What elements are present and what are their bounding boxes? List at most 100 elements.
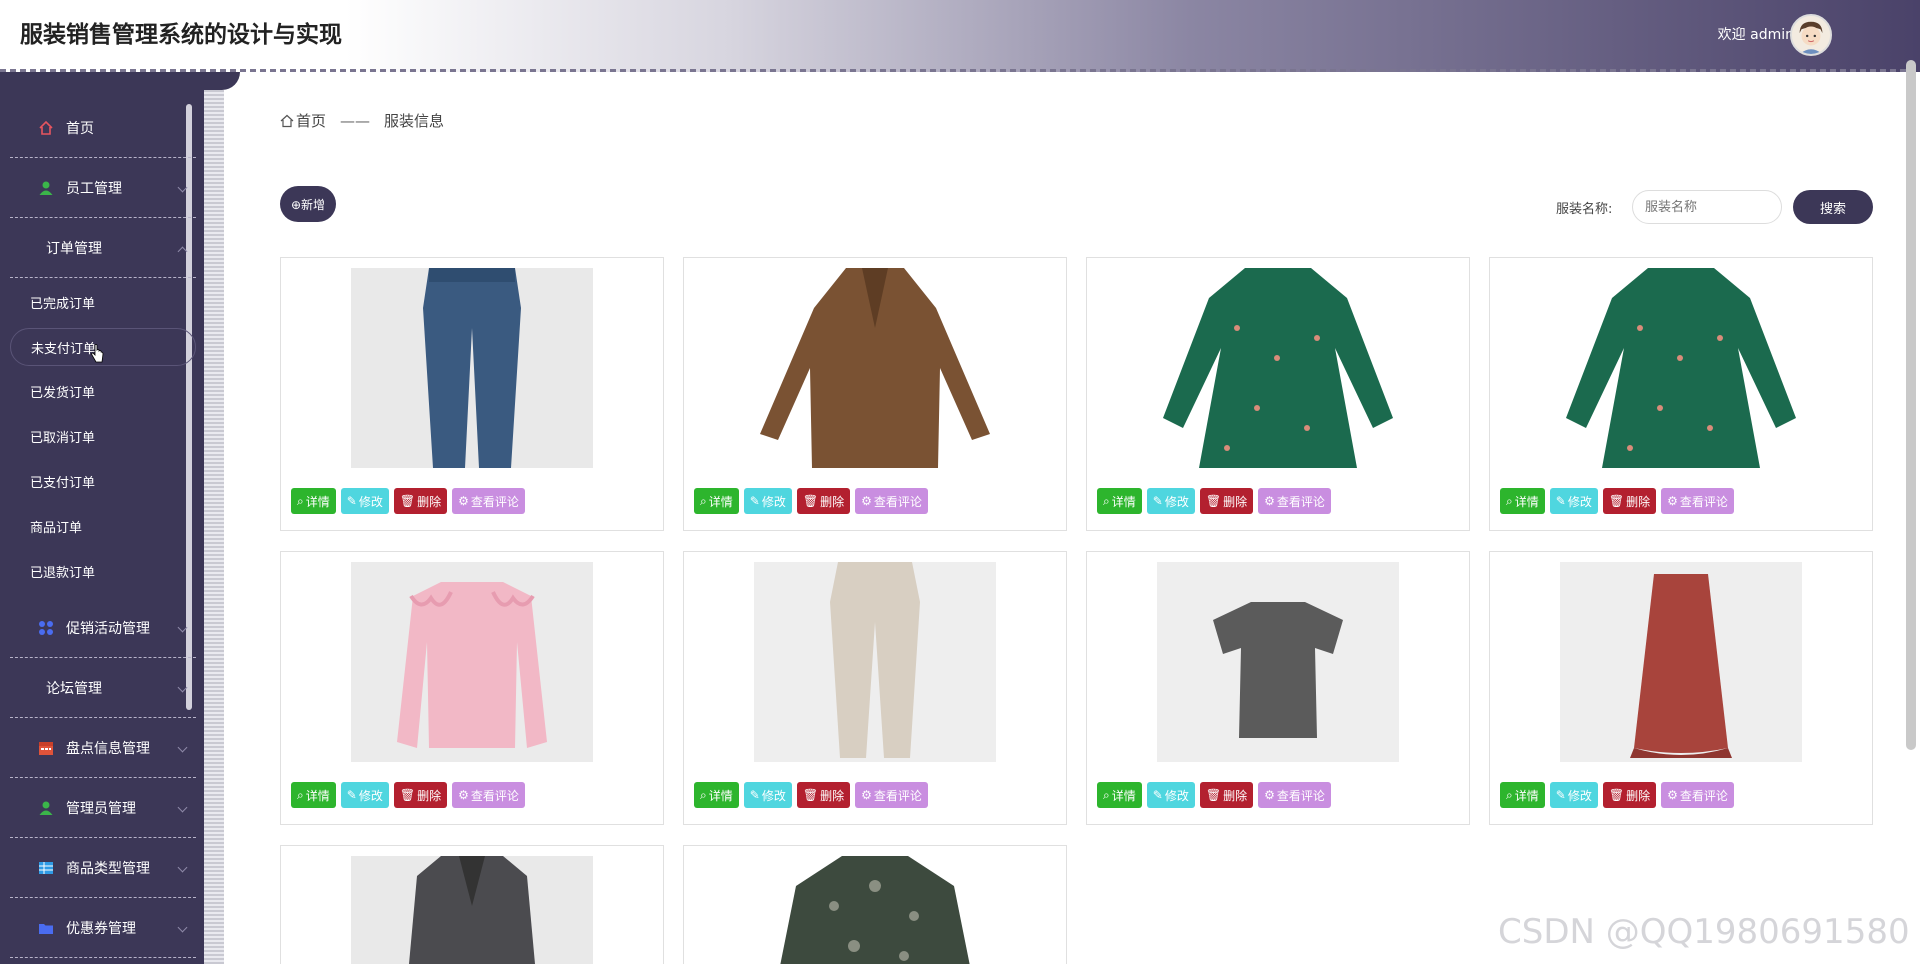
trash-icon: 🗑 (802, 494, 819, 508)
calendar-icon (39, 741, 53, 755)
search-label: 服装名称: (1556, 202, 1613, 217)
sidebar-item-inventory[interactable]: 盘点信息管理 (10, 718, 196, 778)
view-comments-button[interactable]: ⚙ 查看评论 (855, 488, 928, 514)
search-icon: ⌕ (1103, 787, 1110, 802)
submenu-item-product-orders[interactable]: 商品订单 (10, 504, 196, 549)
view-comments-button[interactable]: ⚙ 查看评论 (452, 782, 525, 808)
edit-button[interactable]: ✎ 修改 (1549, 782, 1598, 808)
chevron-up-icon (177, 246, 188, 257)
submenu-item-cancelled[interactable]: 已取消订单 (10, 414, 196, 459)
search-input[interactable] (1632, 190, 1782, 224)
sidebar-item-staff[interactable]: 员工管理 (10, 158, 196, 218)
breadcrumb-home[interactable]: 首页 (296, 110, 326, 131)
chevron-down-icon (177, 922, 188, 933)
edit-icon: ✎ (346, 788, 357, 802)
sidebar-item-promotions[interactable]: 促销活动管理 (10, 598, 196, 658)
view-comments-button[interactable]: ⚙ 查看评论 (1661, 782, 1734, 808)
edit-button[interactable]: ✎ 修改 (743, 488, 792, 514)
view-comments-button[interactable]: ⚙ 查看评论 (855, 782, 928, 808)
folder-icon (39, 923, 53, 934)
detail-button[interactable]: ⌕ 详情 (291, 782, 336, 808)
sidebar-item-coupons[interactable]: 优惠券管理 (10, 898, 196, 958)
trash-icon: 🗑 (1205, 788, 1222, 802)
product-card: ⌕ 详情 ✎ 修改 🗑 删除 ⚙ 查看评论 (1086, 551, 1470, 825)
submenu-item-completed[interactable]: 已完成订单 (10, 280, 196, 325)
delete-button[interactable]: 🗑 删除 (1199, 488, 1254, 514)
edit-icon: ✎ (1555, 788, 1566, 802)
delete-button[interactable]: 🗑 删除 (393, 782, 448, 808)
detail-button[interactable]: ⌕ 详情 (291, 488, 336, 514)
gear-icon: ⚙ (458, 494, 469, 508)
edit-button[interactable]: ✎ 修改 (1146, 488, 1195, 514)
product-card: ⌕ 详情 ✎ 修改 🗑 删除 ⚙ 查看评论 (1489, 551, 1873, 825)
edit-button[interactable]: ✎ 修改 (1146, 782, 1195, 808)
card-actions: ⌕ 详情 ✎ 修改 🗑 删除 ⚙ 查看评论 (291, 782, 525, 808)
edit-icon: ✎ (749, 494, 760, 508)
add-button[interactable]: ⊕新增 (280, 186, 336, 222)
delete-button[interactable]: 🗑 删除 (796, 782, 851, 808)
sidebar-item-forum[interactable]: 论坛管理 (10, 658, 196, 718)
edit-icon: ✎ (1152, 494, 1163, 508)
sidebar-item-label: 商品类型管理 (66, 860, 150, 877)
sidebar-item-home[interactable]: 首页 (10, 98, 196, 158)
breadcrumb: 首页 —— 服装信息 (280, 110, 444, 131)
product-image-patterned-blouse[interactable] (754, 856, 996, 964)
breadcrumb-separator: —— (340, 111, 371, 130)
trash-icon: 🗑 (1608, 788, 1625, 802)
detail-button[interactable]: ⌕ 详情 (1500, 488, 1545, 514)
view-comments-button[interactable]: ⚙ 查看评论 (1258, 782, 1331, 808)
gear-icon: ⚙ (861, 788, 872, 802)
apps-icon (39, 620, 53, 635)
view-comments-button[interactable]: ⚙ 查看评论 (1661, 488, 1734, 514)
sidebar-item-admins[interactable]: 管理员管理 (10, 778, 196, 838)
card-actions: ⌕ 详情 ✎ 修改 🗑 删除 ⚙ 查看评论 (291, 488, 525, 514)
submenu-item-refunded[interactable]: 已退款订单 (10, 549, 196, 594)
card-actions: ⌕ 详情 ✎ 修改 🗑 删除 ⚙ 查看评论 (1097, 488, 1331, 514)
avatar[interactable] (1790, 14, 1832, 56)
gear-icon: ⚙ (1667, 788, 1678, 802)
delete-button[interactable]: 🗑 删除 (1602, 488, 1657, 514)
product-image-jeans[interactable] (351, 268, 593, 468)
submenu-item-shipped[interactable]: 已发货订单 (10, 369, 196, 414)
breadcrumb-current: 服装信息 (384, 112, 445, 130)
detail-button[interactable]: ⌕ 详情 (1097, 782, 1142, 808)
gear-icon: ⚙ (1264, 494, 1275, 508)
detail-button[interactable]: ⌕ 详情 (1097, 488, 1142, 514)
user-icon (39, 801, 53, 815)
sidebar-item-label: 管理员管理 (66, 800, 136, 817)
view-comments-button[interactable]: ⚙ 查看评论 (1258, 488, 1331, 514)
watermark: CSDN @QQ1980691580 (1498, 912, 1910, 952)
delete-button[interactable]: 🗑 删除 (796, 488, 851, 514)
chevron-down-icon (177, 682, 188, 693)
submenu-item-paid[interactable]: 已支付订单 (10, 459, 196, 504)
trash-icon: 🗑 (802, 788, 819, 802)
product-image-beige-pants[interactable] (754, 562, 996, 762)
detail-button[interactable]: ⌕ 详情 (694, 782, 739, 808)
product-image-pink-sweatshirt[interactable] (351, 562, 593, 762)
search-button[interactable]: 搜索 (1793, 190, 1873, 224)
product-image-grey-blazer[interactable] (351, 856, 593, 964)
edit-button[interactable]: ✎ 修改 (340, 488, 389, 514)
product-image-brown-coat[interactable] (754, 268, 996, 468)
sidebar-item-categories[interactable]: 商品类型管理 (10, 838, 196, 898)
detail-button[interactable]: ⌕ 详情 (1500, 782, 1545, 808)
product-image-grey-tshirt[interactable] (1157, 562, 1399, 762)
avatar-icon (1792, 16, 1830, 54)
edit-button[interactable]: ✎ 修改 (1549, 488, 1598, 514)
product-image-green-floral-dress[interactable] (1560, 268, 1802, 468)
home-icon (280, 114, 294, 127)
page-scrollbar[interactable] (1906, 60, 1916, 750)
delete-button[interactable]: 🗑 删除 (1199, 782, 1254, 808)
view-comments-button[interactable]: ⚙ 查看评论 (452, 488, 525, 514)
detail-button[interactable]: ⌕ 详情 (694, 488, 739, 514)
sidebar-item-label: 论坛管理 (46, 680, 102, 697)
delete-button[interactable]: 🗑 删除 (1602, 782, 1657, 808)
delete-button[interactable]: 🗑 删除 (393, 488, 448, 514)
chevron-down-icon (177, 802, 188, 813)
product-image-green-floral-dress[interactable] (1157, 268, 1399, 468)
product-image-red-skirt[interactable] (1560, 562, 1802, 762)
edit-button[interactable]: ✎ 修改 (340, 782, 389, 808)
product-card: ⌕ 详情 ✎ 修改 🗑 删除 ⚙ 查看评论 (683, 551, 1067, 825)
sidebar-item-orders[interactable]: 订单管理 (10, 218, 196, 278)
edit-button[interactable]: ✎ 修改 (743, 782, 792, 808)
